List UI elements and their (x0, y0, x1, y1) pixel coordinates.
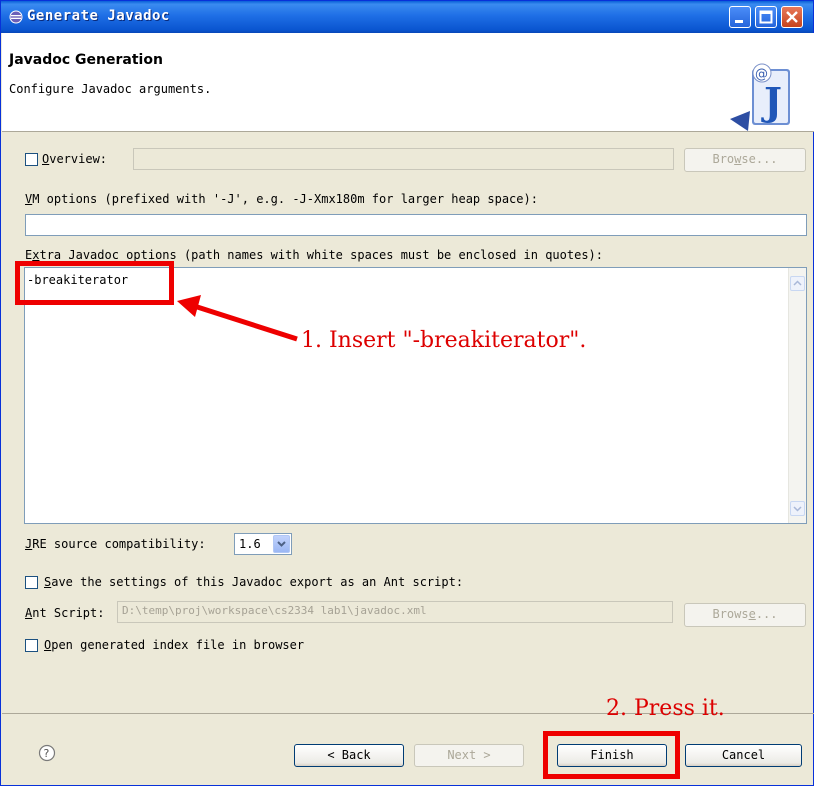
javadoc-wizard-icon: J @ (730, 63, 790, 131)
chevron-down-icon (793, 506, 802, 512)
title-bar[interactable]: Generate Javadoc (1, 1, 813, 33)
close-icon (786, 11, 798, 23)
window-title: Generate Javadoc (27, 8, 170, 24)
save-ant-label: Save the settings of this Javadoc export… (44, 575, 464, 589)
chevron-down-icon (277, 541, 286, 547)
svg-text:?: ? (44, 747, 50, 760)
scroll-up-button[interactable] (790, 276, 805, 291)
extra-options-textarea[interactable]: -breakiterator (24, 267, 807, 524)
cancel-button[interactable]: Cancel (685, 744, 802, 767)
maximize-icon (759, 10, 773, 24)
annotation-step2: 2. Press it. (606, 696, 725, 721)
close-button[interactable] (781, 6, 803, 28)
chevron-up-icon (793, 280, 802, 286)
annotation-box-finish (543, 731, 680, 779)
vm-options-input[interactable] (25, 214, 807, 236)
jre-label: JRE source compatibility: (25, 537, 206, 551)
overview-label: Overview: (42, 152, 108, 166)
overview-field[interactable] (133, 148, 674, 170)
textarea-scrollbar[interactable] (788, 268, 806, 523)
next-button[interactable]: Next > (414, 744, 524, 767)
minimize-icon (735, 20, 743, 23)
help-icon[interactable]: ? (38, 744, 56, 762)
annotation-arrow (177, 295, 298, 342)
overview-browse-button[interactable]: Browse... (684, 148, 806, 172)
scroll-down-button[interactable] (790, 501, 805, 516)
open-index-label: Open generated index file in browser (44, 638, 305, 652)
ant-script-label: Ant Script: (25, 606, 105, 620)
wizard-banner: Javadoc Generation Configure Javadoc arg… (2, 33, 814, 132)
overview-checkbox[interactable] (25, 153, 38, 166)
vm-options-label: VM options (prefixed with '-J', e.g. -J-… (25, 192, 538, 206)
back-button[interactable]: < Back (294, 744, 404, 767)
jre-selected-value: 1.6 (239, 537, 261, 551)
svg-text:@: @ (755, 67, 768, 82)
dropdown-button[interactable] (273, 535, 290, 553)
svg-text:J: J (761, 79, 782, 124)
ant-script-field[interactable]: D:\temp\proj\workspace\cs2334 lab1\javad… (117, 601, 673, 623)
save-ant-checkbox[interactable] (25, 576, 38, 589)
annotation-step1: 1. Insert "-breakiterator". (301, 328, 587, 353)
open-index-checkbox[interactable] (25, 639, 38, 652)
minimize-button[interactable] (729, 6, 751, 28)
annotation-box-extra-options (15, 261, 174, 305)
banner-title: Javadoc Generation (9, 52, 163, 68)
eclipse-icon (9, 10, 23, 24)
banner-description: Configure Javadoc arguments. (9, 82, 212, 96)
generate-javadoc-dialog: Generate Javadoc Javadoc Generation Conf… (0, 0, 814, 786)
ant-browse-button[interactable]: Browse... (684, 603, 806, 627)
jre-select[interactable]: 1.6 (234, 533, 292, 555)
extra-options-label: Extra Javadoc options (path names with w… (25, 248, 603, 262)
maximize-button[interactable] (755, 6, 777, 28)
